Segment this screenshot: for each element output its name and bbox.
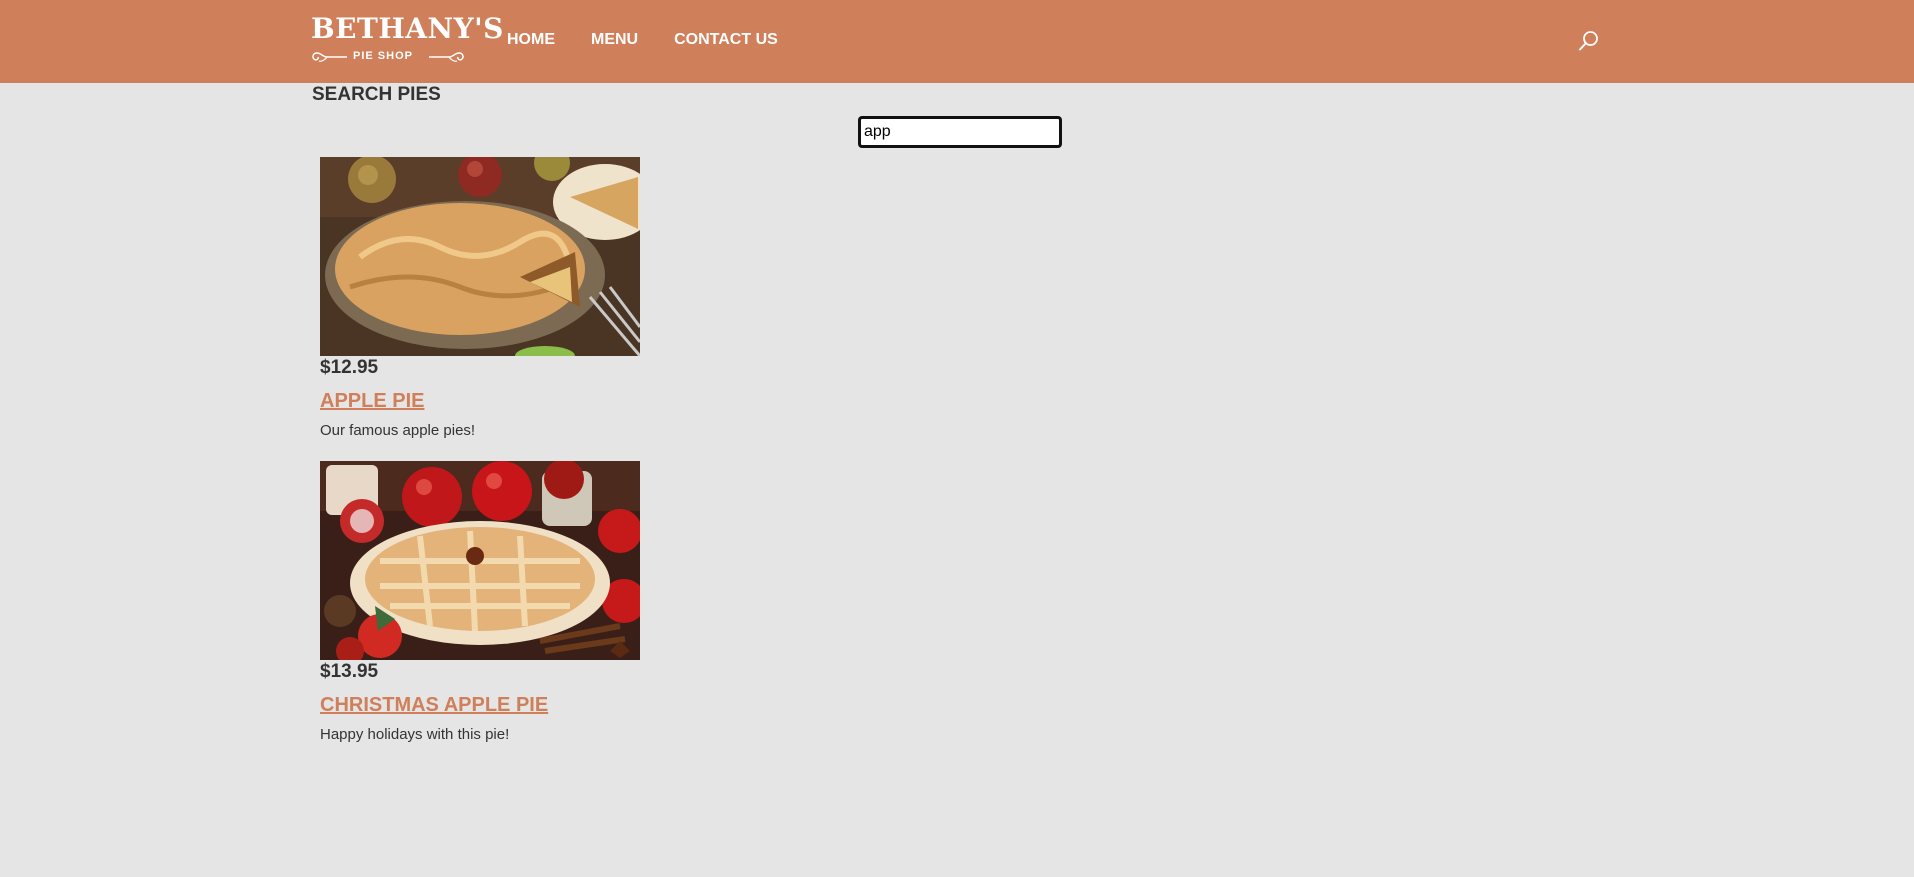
nav-home-link[interactable]: HOME (507, 30, 555, 50)
pie-name-link[interactable]: APPLE PIE (320, 389, 424, 413)
pie-name-link[interactable]: CHRISTMAS APPLE PIE (320, 693, 548, 717)
main-nav: HOME MENU CONTACT US (507, 30, 814, 50)
pie-result-card: $13.95 CHRISTMAS APPLE PIE Happy holiday… (320, 461, 640, 765)
pie-result-card: $12.95 APPLE PIE Our famous apple pies! (320, 157, 640, 461)
pie-price: $12.95 (320, 357, 379, 378)
site-logo[interactable]: BETHANY'S PIE SHOP (311, 14, 503, 66)
pie-description: Our famous apple pies! (320, 422, 476, 439)
christmas-apple-pie-image[interactable] (320, 461, 640, 660)
pie-price: $13.95 (320, 661, 379, 682)
search-results-list: $12.95 APPLE PIE Our famous apple pies! (320, 157, 640, 765)
nav-contact-link[interactable]: CONTACT US (674, 30, 778, 50)
search-icon[interactable] (1578, 30, 1600, 52)
nav-menu-link[interactable]: MENU (591, 30, 638, 50)
page-title: SEARCH PIES (312, 84, 441, 105)
logo-title: BETHANY'S (311, 12, 504, 45)
logo-flourish-left-icon (312, 52, 347, 62)
top-navigation-bar: BETHANY'S PIE SHOP HOME MENU CONTACT US (0, 0, 1914, 83)
logo-flourish-right-icon (429, 52, 464, 62)
apple-pie-image[interactable] (320, 157, 640, 356)
logo-subtitle: PIE SHOP (353, 50, 413, 62)
search-input[interactable] (858, 116, 1062, 148)
pie-description: Happy holidays with this pie! (320, 726, 510, 743)
